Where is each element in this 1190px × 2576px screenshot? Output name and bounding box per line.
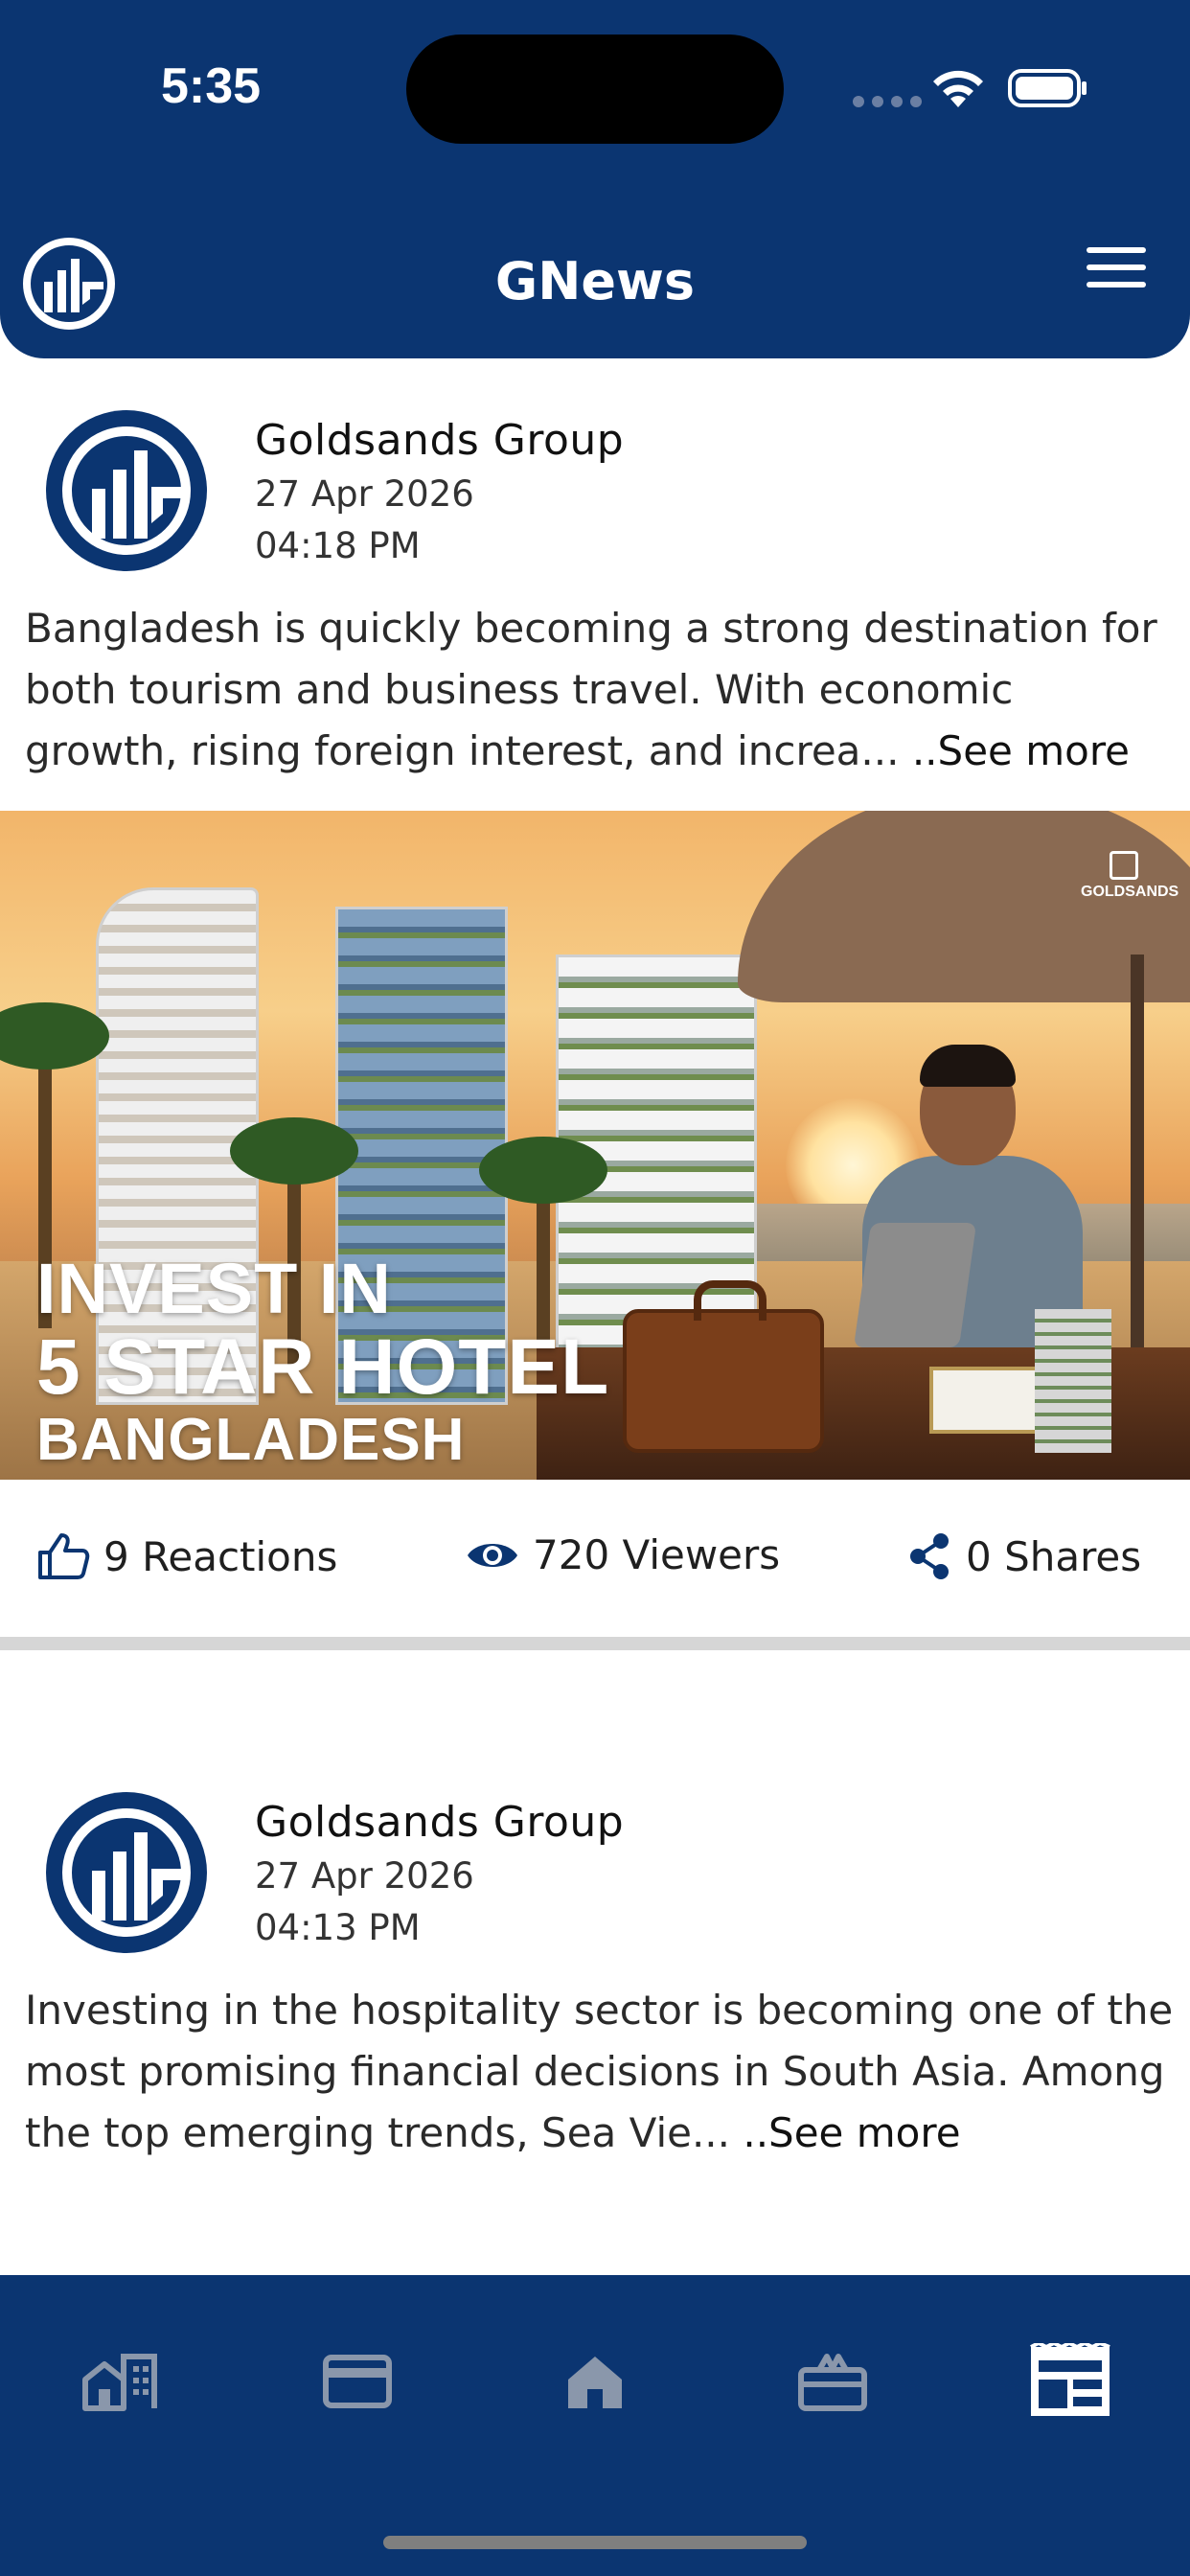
- post-stats-row: 9 Reactions 720 Viewers 0 Shares: [0, 1514, 1190, 1600]
- post-time: 04:18 PM: [255, 525, 421, 566]
- post-text: Bangladesh is quickly becoming a strong …: [25, 598, 1175, 782]
- bottom-navigation: [0, 2275, 1190, 2576]
- tablet-graphic: [853, 1223, 977, 1347]
- dynamic-island: [406, 34, 784, 144]
- buildings-icon: [82, 2354, 157, 2411]
- banner-headline: INVEST IN 5 STAR HOTEL BANGLADESH: [36, 1252, 609, 1472]
- see-more-link[interactable]: ..See more: [743, 2109, 960, 2156]
- umbrella-graphic: [738, 811, 1190, 1002]
- share-icon: [910, 1533, 949, 1579]
- banner-brand-logo: GOLDSANDS: [1081, 851, 1179, 901]
- post-time: 04:13 PM: [255, 1907, 421, 1948]
- card-icon: [323, 2355, 392, 2408]
- shares-count: 0 Shares: [966, 1532, 1142, 1580]
- post-author[interactable]: Goldsands Group: [255, 416, 624, 465]
- battery-icon: [1008, 69, 1087, 107]
- share-button[interactable]: 0 Shares: [906, 1531, 1141, 1581]
- see-more-link[interactable]: ..See more: [912, 727, 1130, 774]
- briefcase-graphic: [623, 1280, 824, 1453]
- gift-icon: [798, 2354, 867, 2411]
- reactions-count: 9 Reactions: [103, 1532, 338, 1580]
- post-divider: [0, 1637, 1190, 1650]
- post-text: Investing in the hospitality sector is b…: [25, 1980, 1175, 2164]
- post-date: 27 Apr 2026: [255, 1855, 474, 1897]
- home-icon: [568, 2357, 622, 2408]
- banner-headline-line: BANGLADESH: [36, 1407, 466, 1473]
- nav-item-news[interactable]: [1027, 2338, 1113, 2425]
- home-indicator: [383, 2536, 807, 2549]
- author-avatar[interactable]: [46, 410, 207, 571]
- cellular-signal-icon: [853, 96, 922, 107]
- status-time: 5:35: [161, 58, 262, 114]
- news-icon: [1030, 2343, 1110, 2416]
- building-model-graphic: [1035, 1309, 1111, 1453]
- viewers-count: 720 Viewers: [533, 1531, 781, 1578]
- app-title: GNews: [494, 251, 696, 311]
- banner-brand-text: GOLDSANDS: [1081, 884, 1179, 900]
- app-logo-icon[interactable]: [21, 236, 117, 332]
- thumbs-up-icon: [38, 1533, 90, 1579]
- eye-icon: [468, 1543, 517, 1567]
- nav-item-gift[interactable]: [790, 2338, 876, 2425]
- post-author[interactable]: Goldsands Group: [255, 1798, 624, 1847]
- nav-item-buildings[interactable]: [77, 2338, 163, 2425]
- reactions-button[interactable]: 9 Reactions: [36, 1531, 337, 1581]
- news-post[interactable]: Goldsands Group 27 Apr 2026 04:13 PM Inv…: [0, 1740, 1190, 2239]
- post-body: Investing in the hospitality sector is b…: [25, 1987, 1174, 2156]
- author-avatar[interactable]: [46, 1792, 207, 1953]
- banner-headline-line: INVEST IN: [36, 1249, 392, 1328]
- app-header: 5:35 GNews: [0, 0, 1190, 358]
- wifi-icon: [933, 70, 983, 107]
- viewers-stat: 720 Viewers: [466, 1531, 780, 1578]
- post-date: 27 Apr 2026: [255, 473, 474, 515]
- nav-item-home[interactable]: [552, 2338, 638, 2425]
- banner-headline-line: 5 STAR HOTEL: [36, 1323, 610, 1411]
- post-banner-image[interactable]: GOLDSANDS INVEST IN 5 STAR HOTEL BANGLAD…: [0, 811, 1190, 1480]
- nav-item-card[interactable]: [314, 2338, 400, 2425]
- hamburger-menu-icon[interactable]: [1087, 247, 1146, 291]
